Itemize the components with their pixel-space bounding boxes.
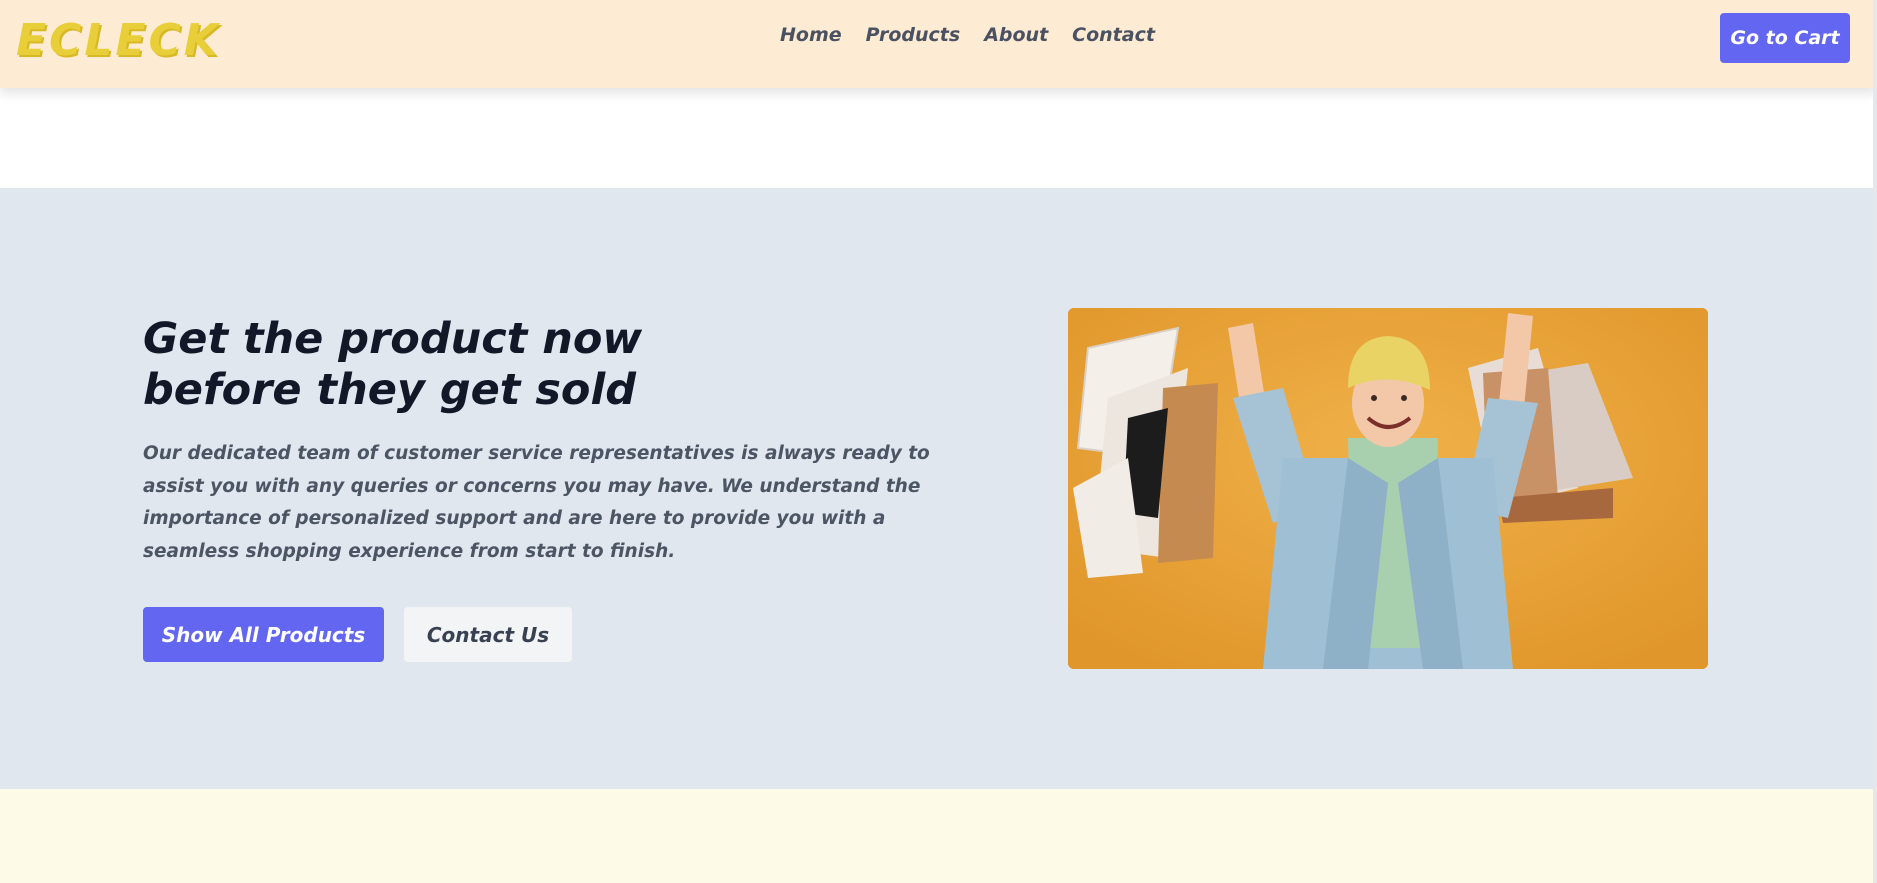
- site-header: ECLECK Home Products About Contact Go to…: [0, 0, 1877, 88]
- nav-contact-link[interactable]: Contact: [1072, 24, 1155, 46]
- logo[interactable]: ECLECK: [16, 10, 218, 72]
- nav-about-link[interactable]: About: [984, 24, 1048, 46]
- contact-us-button[interactable]: Contact Us: [404, 607, 572, 662]
- page: ECLECK Home Products About Contact Go to…: [0, 0, 1877, 883]
- page-scrollbar[interactable]: [1873, 0, 1877, 883]
- nav-home-link[interactable]: Home: [780, 24, 842, 46]
- go-to-cart-button[interactable]: Go to Cart: [1720, 13, 1850, 63]
- hero-title: Get the product now before they get sold: [143, 314, 643, 415]
- show-all-products-button[interactable]: Show All Products: [143, 607, 384, 662]
- hero-description: Our dedicated team of customer service r…: [143, 443, 930, 562]
- next-section: [0, 789, 1877, 883]
- shopping-woman-photo-icon: [1068, 308, 1708, 669]
- main-nav: Home Products About Contact: [780, 24, 1155, 46]
- hero-image: [1068, 308, 1708, 669]
- nav-products-link[interactable]: Products: [866, 24, 961, 46]
- logo-text: ECLECK: [16, 15, 221, 66]
- hero-section: Get the product now before they get sold…: [0, 188, 1877, 789]
